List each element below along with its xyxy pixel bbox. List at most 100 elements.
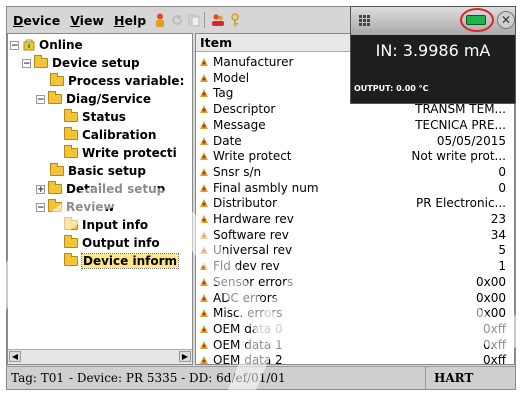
table-row[interactable]: Hardware rev 23 [196,211,514,227]
toolbar-separator [204,12,206,28]
table-row[interactable]: Final asmbly num 0 [196,180,514,196]
table-row[interactable]: OEM data 0 0xff [196,321,514,337]
menu-view[interactable]: View [66,13,108,28]
folder-icon [48,199,62,212]
parameter-value: 0x00 [475,290,506,305]
collapse-icon[interactable]: − [10,40,19,50]
table-row[interactable]: Snsr s/n 0 [196,164,514,180]
key-icon[interactable] [228,12,242,28]
tree-node-write-protection[interactable]: Write protecti [64,144,177,162]
table-row[interactable]: Universal rev 5 [196,242,514,258]
input-reading: IN: 3.9986 mA [375,41,491,60]
tree-label: Device inform [80,253,180,269]
status-tag: Tag: T01 [11,371,65,385]
table-row[interactable]: Sensor errors 0x00 [196,274,514,290]
table-row[interactable]: Distributor PR Electronic... [196,195,514,211]
tree-label: Detailed setup [66,182,166,196]
table-row[interactable]: Write protect Not write prot... [196,148,514,164]
menu-view-mnemonic: V [70,12,80,28]
menu-device-text: evice [23,12,61,28]
parameter-value: 0xff [482,337,506,352]
tree-node-calibration[interactable]: Calibration [64,126,156,144]
parameter-icon [200,167,208,176]
parameter-icon [200,277,208,286]
menu-help[interactable]: Help [110,13,150,28]
folder-icon [64,253,78,266]
close-button[interactable]: ✕ [497,11,515,29]
status-bar: Tag: T01 - Device: PR 5335 - DD: 6d/ef/0… [7,366,515,389]
table-row[interactable]: Misc. errors 0x00 [196,305,514,321]
collapse-icon[interactable]: − [22,58,31,68]
refresh-icon[interactable] [170,12,184,28]
tree-label: Process variable: [68,74,185,88]
parameter-label: OEM data 1 [213,337,283,352]
parameter-label: Message [213,117,266,132]
parameter-icon [200,199,208,208]
parameter-value: 5 [498,243,506,258]
parameter-label: ADC errors [213,290,278,305]
popup-title-bar[interactable]: ✕ [351,7,515,35]
parameter-label: OEM data 2 [213,353,283,365]
tree-label: Input info [82,218,149,232]
table-row[interactable]: Software rev 34 [196,227,514,243]
table-row[interactable]: OEM data 2 0xff [196,352,514,365]
parameter-value: 1 [498,259,506,274]
parameter-label: Fld dev rev [213,259,280,274]
parameter-value: 0x00 [475,274,506,289]
parameter-label: Universal rev [213,243,293,258]
parameter-label: Hardware rev [213,212,294,226]
menu-device[interactable]: Device [9,13,64,28]
menu-help-mnemonic: H [113,12,125,28]
parameter-value: 05/05/2015 [436,133,506,148]
table-row[interactable]: OEM data 1 0xff [196,337,514,353]
parameter-value: Not write prot... [411,149,506,164]
parameter-icon [200,340,208,349]
table-row[interactable]: ADC errors 0x00 [196,290,514,306]
tree-node-diag-service[interactable]: − Diag/Service [36,90,151,108]
parameter-icon [200,105,208,114]
expand-icon[interactable]: + [36,184,45,194]
folder-icon [64,109,78,122]
menu-help-text: elp [124,12,147,28]
tree-node-status[interactable]: Status [64,108,126,126]
scroll-left-icon[interactable]: ◀ [9,351,21,362]
table-row[interactable]: Date 05/05/2015 [196,133,514,149]
tree-node-device-setup[interactable]: − Device setup [22,54,140,72]
tree-node-process-variables[interactable]: Process variable: [50,72,184,90]
parameter-label: Misc. errors [213,306,283,321]
users-icon[interactable] [211,12,225,28]
tree-horizontal-scrollbar[interactable]: ◀ ▶ [8,349,192,364]
person-icon[interactable] [153,12,167,28]
table-row[interactable]: Message TECNICA PRE... [196,117,514,133]
copy-icon[interactable] [187,12,201,28]
tree-node-device-information[interactable]: Device inform [64,252,180,270]
parameter-label: Date [213,133,242,148]
parameter-icon [200,152,208,161]
parameter-label: Write protect [213,149,292,164]
folder-icon [48,181,62,194]
tree-node-online[interactable]: − Online [10,36,83,54]
parameter-value: PR Electronic... [416,196,506,211]
parameter-icon [200,230,208,239]
tree-node-output-info[interactable]: Output info [64,234,160,252]
parameter-icon [200,89,208,98]
tree-node-basic-setup[interactable]: Basic setup [50,162,146,180]
tree-label: Diag/Service [66,92,152,106]
parameter-icon [200,356,208,364]
tree-node-input-info[interactable]: Input info [64,216,148,234]
tree-node-detailed-setup[interactable]: + Detailed setup [36,180,165,198]
table-row[interactable]: Fld dev rev 1 [196,258,514,274]
tree-node-review[interactable]: − Review [36,198,115,216]
drag-grip-icon[interactable] [359,15,370,26]
folder-icon [50,163,64,176]
folder-icon [50,73,64,86]
parameter-value: TECNICA PRE... [415,117,506,132]
collapse-icon[interactable]: − [36,94,45,104]
collapse-icon[interactable]: − [36,202,45,212]
status-device: - Device: PR 5335 - DD: 6d/ef/01/01 [69,371,286,385]
scroll-right-icon[interactable]: ▶ [179,351,191,362]
parameter-value: 0 [498,180,506,195]
parameter-icon [200,293,208,302]
parameter-value: 23 [490,212,506,226]
parameter-value: 0x00 [475,306,506,321]
